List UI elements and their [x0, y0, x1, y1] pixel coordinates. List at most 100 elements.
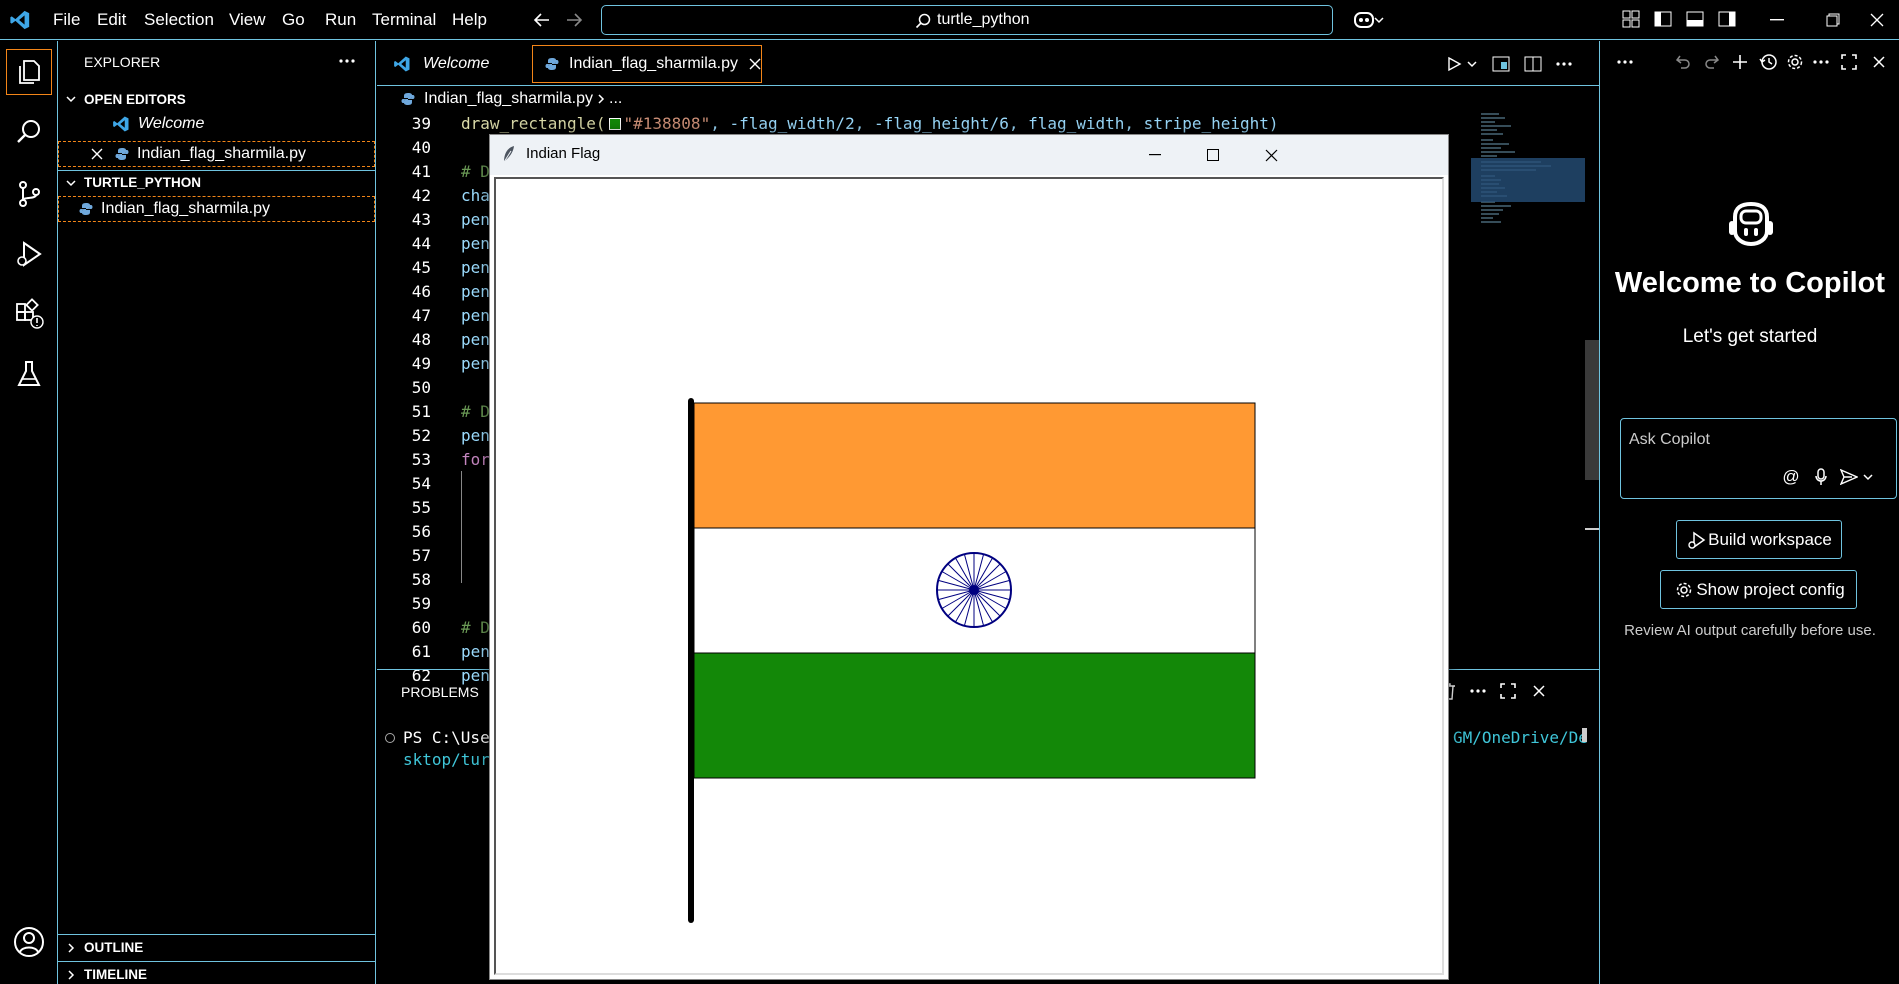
menu-help[interactable]: Help — [452, 10, 487, 30]
close-icon[interactable] — [87, 148, 107, 160]
redo-icon[interactable] — [1701, 51, 1723, 73]
line-number: 57 — [411, 546, 431, 565]
minimize-icon[interactable] — [1132, 140, 1178, 170]
file-tree-item[interactable]: Indian_flag_sharmila.py — [58, 196, 375, 222]
close-window-icon[interactable] — [1862, 8, 1892, 32]
menu-terminal[interactable]: Terminal — [372, 10, 436, 30]
minimap-slider[interactable] — [1471, 158, 1585, 202]
maximize-icon[interactable] — [1838, 51, 1860, 73]
run-debug-icon[interactable] — [6, 231, 52, 277]
source-control-icon[interactable] — [6, 171, 52, 217]
line-number: 39 — [411, 114, 431, 133]
open-editors-section[interactable]: OPEN EDITORS — [58, 88, 375, 110]
vscode-window: File Edit Selection View Go Run Terminal… — [0, 0, 1899, 984]
menu-selection[interactable]: Selection — [144, 10, 214, 30]
button-label: Build workspace — [1708, 529, 1832, 549]
open-editor-welcome[interactable]: Welcome — [110, 111, 370, 137]
chevron-down-icon[interactable] — [1465, 55, 1479, 73]
open-preview-icon[interactable] — [1490, 53, 1512, 75]
menu-go[interactable]: Go — [282, 10, 305, 30]
more-actions-icon[interactable] — [334, 51, 360, 71]
tab-python-file[interactable]: Indian_flag_sharmila.py — [532, 45, 762, 83]
testing-icon[interactable] — [6, 351, 52, 397]
timeline-label: TIMELINE — [84, 967, 147, 982]
timeline-section[interactable]: TIMELINE — [58, 961, 375, 984]
menu-view[interactable]: View — [229, 10, 266, 30]
code-args: , -flag_width/2, -flag_height/6, flag_wi… — [710, 114, 1279, 133]
tab-problems[interactable]: PROBLEMS — [401, 684, 479, 700]
show-project-config-button[interactable]: Show project config — [1660, 570, 1857, 609]
close-icon[interactable] — [1248, 140, 1294, 170]
terminal-text: PS C:\User — [403, 728, 500, 747]
line-number: 52 — [411, 426, 431, 445]
close-icon[interactable] — [1868, 51, 1890, 73]
split-editor-icon[interactable] — [1522, 53, 1544, 75]
python-file-icon — [113, 147, 131, 161]
line-number: 40 — [411, 138, 431, 157]
accounts-icon[interactable] — [6, 919, 52, 965]
search-view-icon[interactable] — [6, 109, 52, 155]
code-fragment: # D — [461, 618, 490, 637]
button-label: Show project config — [1696, 579, 1845, 599]
toggle-primary-sidebar-icon[interactable] — [1652, 8, 1674, 30]
more-actions-icon[interactable] — [1614, 51, 1636, 73]
toggle-secondary-sidebar-icon[interactable] — [1716, 8, 1738, 30]
line-number: 56 — [411, 522, 431, 541]
menu-file[interactable]: File — [53, 10, 80, 30]
customize-layout-icon[interactable] — [1620, 8, 1642, 30]
more-actions-icon[interactable] — [1467, 680, 1489, 702]
chevron-right-icon — [593, 94, 609, 104]
terminal-scrollbar[interactable] — [1582, 728, 1587, 742]
search-icon — [913, 11, 933, 31]
back-arrow-icon[interactable] — [530, 8, 554, 32]
maximize-icon[interactable] — [1190, 140, 1236, 170]
chevron-down-icon[interactable] — [1861, 469, 1875, 485]
open-editor-python-file[interactable]: Indian_flag_sharmila.py — [58, 141, 375, 167]
flag-stripe-green — [693, 652, 1256, 779]
more-actions-icon[interactable] — [1810, 51, 1832, 73]
ask-copilot-placeholder: Ask Copilot — [1629, 431, 1710, 448]
close-icon[interactable] — [748, 58, 761, 70]
settings-gear-icon[interactable] — [1784, 51, 1806, 73]
history-icon[interactable] — [1757, 51, 1779, 73]
settings-gear-icon[interactable] — [6, 977, 52, 984]
minimize-icon[interactable] — [1762, 8, 1792, 32]
run-python-file-icon[interactable] — [1443, 53, 1465, 75]
copilot-subtitle: Let's get started — [1682, 326, 1818, 347]
restore-icon[interactable] — [1818, 8, 1848, 32]
maximize-panel-icon[interactable] — [1497, 680, 1519, 702]
breadcrumb-file[interactable]: Indian_flag_sharmila.py — [424, 90, 593, 108]
send-icon[interactable] — [1838, 467, 1860, 487]
line-number: 43 — [411, 210, 431, 229]
mention-icon[interactable]: @ — [1781, 467, 1801, 487]
outline-section[interactable]: OUTLINE — [58, 934, 375, 960]
explorer-icon[interactable] — [6, 49, 52, 95]
forward-arrow-icon[interactable] — [562, 8, 586, 32]
turtle-canvas[interactable] — [494, 177, 1444, 975]
menu-edit[interactable]: Edit — [97, 10, 126, 30]
scrollbar[interactable] — [1585, 340, 1599, 480]
turtle-window-titlebar[interactable]: Indian Flag — [490, 135, 1448, 175]
folder-section[interactable]: TURTLE_PYTHON — [58, 170, 375, 194]
color-swatch[interactable] — [608, 118, 621, 130]
more-actions-icon[interactable] — [1553, 53, 1575, 75]
close-panel-icon[interactable] — [1528, 680, 1550, 702]
extensions-icon[interactable] — [6, 291, 52, 337]
command-center-search[interactable]: turtle_python — [601, 5, 1333, 35]
toggle-panel-icon[interactable] — [1684, 8, 1706, 30]
line-number: 48 — [411, 330, 431, 349]
undo-icon[interactable] — [1672, 51, 1694, 73]
turtle-graphics-window[interactable]: Indian Flag — [489, 134, 1449, 980]
line-number: 60 — [411, 618, 431, 637]
microphone-icon[interactable] — [1811, 467, 1831, 487]
ask-copilot-input[interactable]: Ask Copilot @ — [1620, 418, 1897, 499]
build-workspace-button[interactable]: Build workspace — [1676, 520, 1842, 559]
copilot-title: Welcome to Copilot — [1614, 267, 1886, 299]
menu-run[interactable]: Run — [325, 10, 356, 30]
chevron-right-icon — [58, 942, 84, 953]
new-chat-icon[interactable] — [1729, 51, 1751, 73]
tab-welcome[interactable]: Welcome — [381, 45, 529, 83]
chevron-down-icon[interactable] — [1372, 10, 1386, 30]
breadcrumb-symbol[interactable]: ... — [609, 90, 622, 108]
minimap[interactable] — [1471, 110, 1585, 250]
